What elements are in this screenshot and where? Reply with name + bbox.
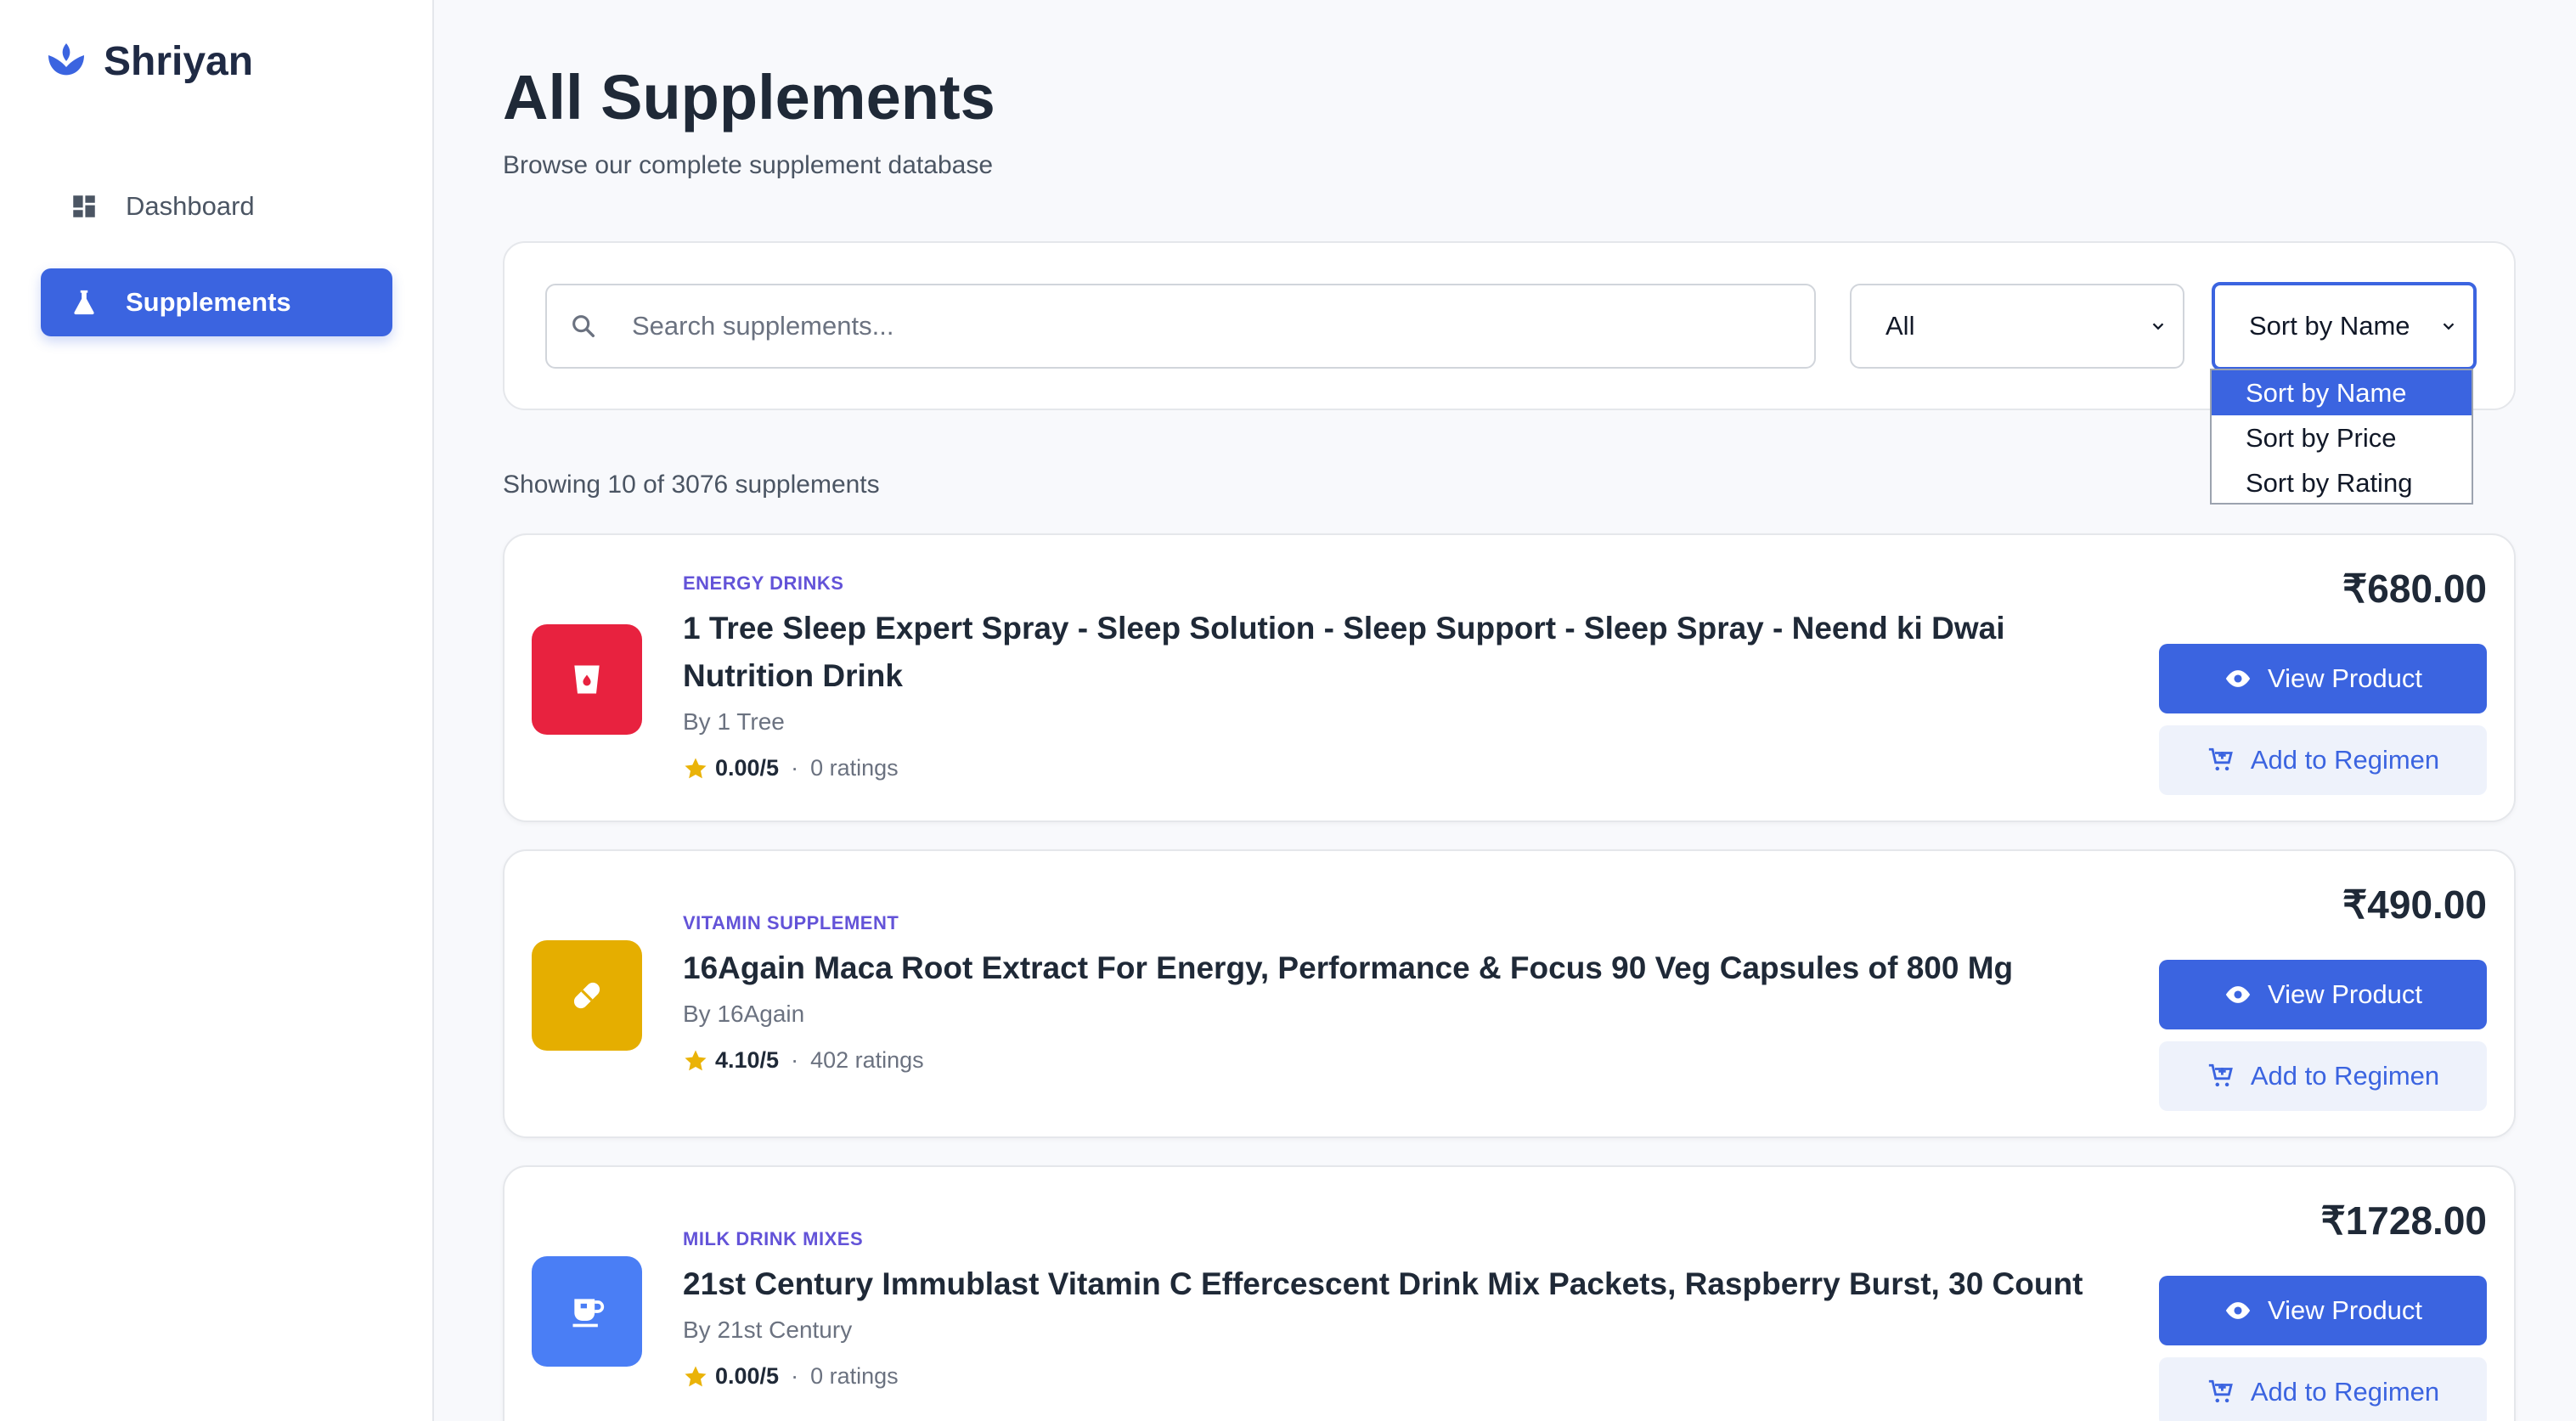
brand-name: Shriyan [104, 38, 254, 84]
add-cart-icon [2208, 747, 2233, 771]
sort-dropdown-menu: Sort by Name Sort by Price Sort by Ratin… [2210, 369, 2473, 505]
product-brand: By 16Again [683, 1001, 805, 1027]
search-input[interactable] [632, 311, 1736, 341]
mug-icon [572, 1299, 605, 1328]
view-product-button[interactable]: View Product [2159, 960, 2487, 1029]
product-price: ₹1728.00 [2320, 1198, 2487, 1243]
product-thumbnail [532, 1256, 642, 1367]
product-category: VITAMIN SUPPLEMENT [683, 912, 899, 933]
product-category: ENERGY DRINKS [683, 572, 844, 594]
product-brand: By 21st Century [683, 1317, 853, 1343]
chevron-down-icon [2443, 323, 2455, 330]
view-product-label: View Product [2267, 1295, 2423, 1325]
add-to-regimen-label: Add to Regimen [2250, 745, 2440, 775]
product-name[interactable]: 1 Tree Sleep Expert Spray - Sleep Soluti… [683, 605, 2118, 700]
sort-option-price[interactable]: Sort by Price [2212, 415, 2472, 460]
brand-logo[interactable]: Shriyan [42, 37, 253, 85]
rating-separator: · [791, 755, 799, 781]
search-field[interactable] [545, 284, 1816, 369]
page-subtitle: Browse our complete supplement database [503, 151, 994, 179]
rating-separator: · [791, 1047, 799, 1073]
star-icon [685, 758, 707, 778]
product-name[interactable]: 21st Century Immublast Vitamin C Efferce… [683, 1260, 2118, 1308]
lotus-icon [48, 43, 84, 76]
product-rating: 4.10/5 · 402 ratings [683, 1047, 924, 1074]
result-count: Showing 10 of 3076 supplements [503, 471, 880, 499]
sidebar: Shriyan Dashboard Supplements [0, 0, 434, 1421]
product-thumbnail [532, 940, 642, 1051]
flask-icon [70, 288, 99, 317]
product-price: ₹680.00 [2342, 567, 2487, 611]
eye-icon [2225, 1302, 2251, 1319]
dashboard-icon [70, 192, 99, 221]
add-to-regimen-button[interactable]: Add to Regimen [2159, 1357, 2487, 1421]
add-cart-icon [2208, 1063, 2233, 1087]
eye-icon [2225, 986, 2251, 1003]
category-select[interactable]: All [1850, 284, 2184, 369]
category-select-value: All [1885, 311, 1915, 341]
product-card: MILK DRINK MIXES 21st Century Immublast … [503, 1165, 2516, 1421]
rating-count: 0 ratings [810, 755, 899, 781]
product-card: VITAMIN SUPPLEMENT 16Again Maca Root Ext… [503, 849, 2516, 1138]
view-product-label: View Product [2267, 663, 2423, 693]
product-thumbnail [532, 624, 642, 735]
product-brand: By 1 Tree [683, 708, 785, 735]
add-to-regimen-button[interactable]: Add to Regimen [2159, 725, 2487, 795]
sort-option-rating[interactable]: Sort by Rating [2212, 460, 2472, 505]
sidebar-item-supplements[interactable]: Supplements [41, 268, 392, 336]
product-name[interactable]: 16Again Maca Root Extract For Energy, Pe… [683, 945, 2118, 992]
rating-score: 0.00/5 [715, 755, 780, 781]
star-icon [685, 1366, 707, 1386]
eye-icon [2225, 670, 2251, 687]
chevron-down-icon [2152, 323, 2164, 330]
star-icon [685, 1050, 707, 1070]
view-product-button[interactable]: View Product [2159, 644, 2487, 713]
sort-select-value: Sort by Name [2249, 311, 2410, 341]
sort-option-name[interactable]: Sort by Name [2212, 370, 2472, 415]
add-to-regimen-label: Add to Regimen [2250, 1377, 2440, 1407]
rating-separator: · [791, 1363, 799, 1389]
add-to-regimen-button[interactable]: Add to Regimen [2159, 1041, 2487, 1111]
search-icon [572, 315, 595, 338]
sidebar-item-label: Dashboard [126, 191, 255, 221]
product-rating: 0.00/5 · 0 ratings [683, 1363, 899, 1390]
product-rating: 0.00/5 · 0 ratings [683, 755, 899, 781]
rating-score: 0.00/5 [715, 1363, 780, 1389]
capsule-icon [573, 982, 600, 1009]
sort-select[interactable]: Sort by Name [2212, 282, 2477, 370]
product-category: MILK DRINK MIXES [683, 1228, 864, 1249]
rating-count: 0 ratings [810, 1363, 899, 1389]
drink-cup-icon [574, 665, 600, 694]
sidebar-item-label: Supplements [126, 287, 291, 317]
view-product-button[interactable]: View Product [2159, 1276, 2487, 1345]
rating-count: 402 ratings [810, 1047, 924, 1073]
product-price: ₹490.00 [2342, 882, 2487, 927]
product-card: ENERGY DRINKS 1 Tree Sleep Expert Spray … [503, 533, 2516, 822]
sidebar-item-dashboard[interactable]: Dashboard [41, 172, 392, 240]
page-title: All Supplements [503, 62, 995, 133]
view-product-label: View Product [2267, 979, 2423, 1009]
add-to-regimen-label: Add to Regimen [2250, 1061, 2440, 1091]
rating-score: 4.10/5 [715, 1047, 780, 1073]
add-cart-icon [2208, 1379, 2233, 1403]
